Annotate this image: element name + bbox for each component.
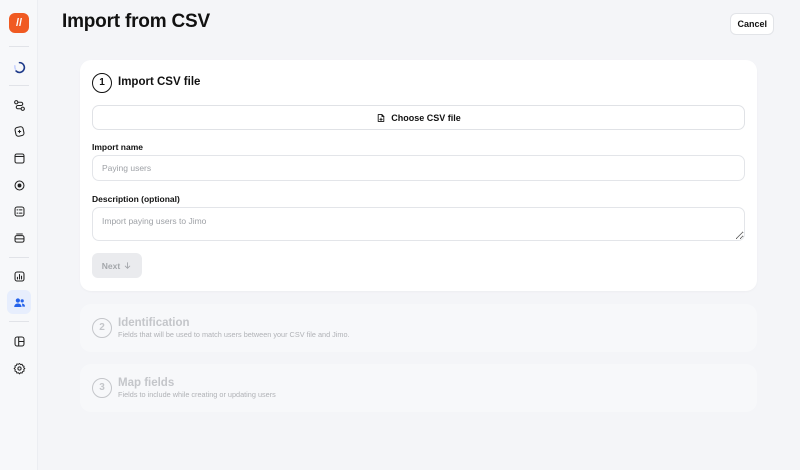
step-number: 2 bbox=[92, 318, 112, 338]
step-number: 1 bbox=[92, 73, 112, 93]
import-name-input[interactable] bbox=[92, 155, 745, 181]
step-subtitle: Fields that will be used to match users … bbox=[118, 330, 350, 339]
flows-icon bbox=[13, 99, 25, 111]
sidebar-divider bbox=[9, 85, 29, 86]
description-label: Description (optional) bbox=[92, 194, 180, 204]
step-2-card[interactable]: 2 Identification Fields that will be use… bbox=[80, 304, 757, 352]
layout-icon bbox=[14, 336, 24, 346]
gear-icon bbox=[13, 362, 25, 374]
sidebar-item-tours[interactable] bbox=[7, 119, 31, 143]
sidebar-divider bbox=[9, 46, 29, 47]
analytics-icon bbox=[14, 271, 24, 281]
step-3-card[interactable]: 3 Map fields Fields to include while cre… bbox=[80, 364, 757, 412]
stack-icon bbox=[14, 233, 24, 243]
loader-icon bbox=[13, 61, 25, 73]
sidebar-item-users[interactable] bbox=[7, 290, 31, 314]
step-title: Map fields bbox=[118, 377, 175, 389]
sidebar-item-settings[interactable] bbox=[7, 356, 31, 380]
tours-icon bbox=[14, 125, 24, 137]
sidebar: // bbox=[0, 0, 38, 470]
cancel-button[interactable]: Cancel bbox=[730, 13, 774, 35]
sidebar-item-boosted[interactable] bbox=[7, 146, 31, 170]
choose-csv-file-label: Choose CSV file bbox=[391, 112, 461, 123]
sidebar-item-layout[interactable] bbox=[7, 329, 31, 353]
sidebar-item-flows[interactable] bbox=[7, 93, 31, 117]
step-title: Import CSV file bbox=[118, 76, 201, 88]
sidebar-item-analytics[interactable] bbox=[7, 264, 31, 288]
import-name-label: Import name bbox=[92, 142, 144, 152]
sidebar-divider bbox=[9, 257, 29, 258]
next-button[interactable]: Next bbox=[92, 253, 142, 278]
step-1-card: 1 Import CSV file Choose CSV file Import… bbox=[80, 60, 757, 291]
page-title: Import from CSV bbox=[62, 11, 210, 32]
jimo-logo[interactable]: // bbox=[9, 13, 29, 33]
next-label: Next bbox=[101, 260, 121, 271]
step-number: 3 bbox=[92, 378, 112, 398]
sidebar-item-loader[interactable] bbox=[7, 55, 31, 79]
choose-csv-file-button[interactable]: Choose CSV file bbox=[92, 105, 745, 130]
main-content: Import from CSV Cancel 1 Import CSV file… bbox=[38, 0, 800, 470]
sidebar-item-stack[interactable] bbox=[7, 226, 31, 250]
file-add-icon bbox=[377, 113, 385, 122]
description-textarea[interactable] bbox=[92, 207, 745, 241]
hotspot-icon bbox=[14, 180, 24, 190]
sidebar-divider bbox=[9, 321, 29, 322]
checklist-icon bbox=[14, 206, 24, 216]
step-subtitle: Fields to include while creating or upda… bbox=[118, 390, 276, 399]
step-title: Identification bbox=[118, 317, 190, 329]
boosted-icon bbox=[14, 153, 24, 163]
users-icon bbox=[13, 297, 25, 307]
sidebar-item-hotspot[interactable] bbox=[7, 173, 31, 197]
sidebar-item-checklist[interactable] bbox=[7, 199, 31, 223]
arrow-down-icon bbox=[125, 262, 131, 269]
